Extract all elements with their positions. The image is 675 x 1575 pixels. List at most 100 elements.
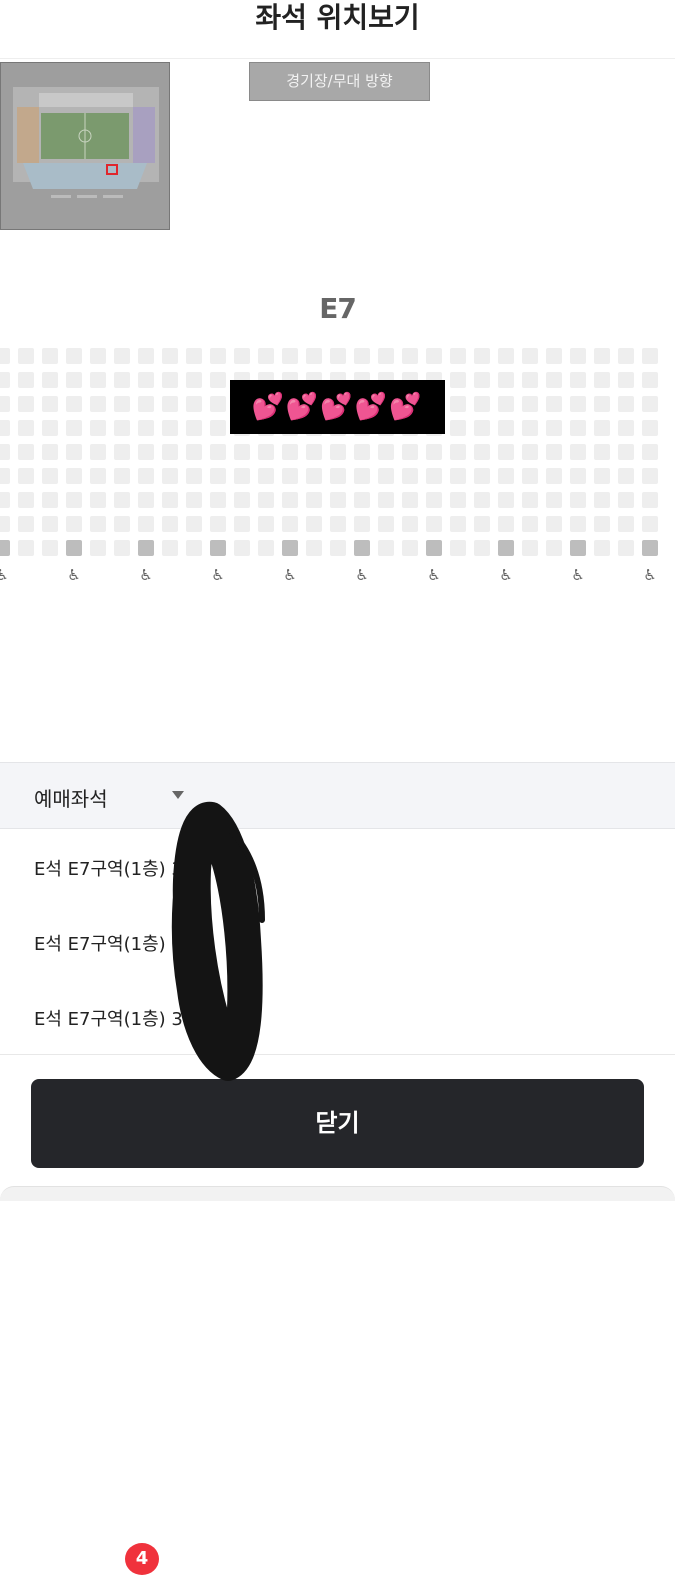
seat[interactable] — [258, 444, 274, 460]
seat[interactable] — [546, 540, 562, 556]
seat[interactable] — [618, 372, 634, 388]
seat[interactable] — [138, 396, 154, 412]
seat[interactable] — [378, 492, 394, 508]
seat[interactable] — [42, 468, 58, 484]
accessible-seat[interactable] — [138, 540, 154, 556]
seat[interactable] — [162, 540, 178, 556]
seat[interactable] — [210, 420, 226, 436]
booked-seats-dropdown[interactable]: 예매좌석 4 — [0, 762, 675, 1575]
seat[interactable] — [258, 492, 274, 508]
seat[interactable] — [618, 516, 634, 532]
seat[interactable] — [42, 396, 58, 412]
seat[interactable] — [618, 420, 634, 436]
seat[interactable] — [474, 540, 490, 556]
seat[interactable] — [234, 444, 250, 460]
seat[interactable] — [90, 468, 106, 484]
seat[interactable] — [114, 420, 130, 436]
seat[interactable] — [450, 348, 466, 364]
seat[interactable] — [42, 420, 58, 436]
seat[interactable] — [90, 492, 106, 508]
seat[interactable] — [0, 492, 10, 508]
seat[interactable] — [522, 420, 538, 436]
seat[interactable] — [66, 372, 82, 388]
seat[interactable] — [114, 540, 130, 556]
seat[interactable] — [426, 348, 442, 364]
seat[interactable] — [570, 372, 586, 388]
seat[interactable] — [210, 396, 226, 412]
seat[interactable] — [522, 444, 538, 460]
seat[interactable] — [66, 468, 82, 484]
seat[interactable] — [138, 372, 154, 388]
seat[interactable] — [330, 444, 346, 460]
seat[interactable] — [618, 396, 634, 412]
seat[interactable] — [594, 444, 610, 460]
seat[interactable] — [354, 492, 370, 508]
seat[interactable] — [594, 420, 610, 436]
venue-minimap[interactable] — [0, 62, 170, 230]
seat[interactable] — [330, 348, 346, 364]
seat[interactable] — [474, 348, 490, 364]
seat[interactable] — [546, 444, 562, 460]
seat[interactable] — [138, 492, 154, 508]
seat[interactable] — [210, 516, 226, 532]
seat[interactable] — [306, 468, 322, 484]
seat[interactable] — [570, 396, 586, 412]
seat[interactable] — [306, 492, 322, 508]
seat[interactable] — [282, 444, 298, 460]
seat[interactable] — [330, 492, 346, 508]
seat[interactable] — [162, 492, 178, 508]
seat[interactable] — [186, 492, 202, 508]
caret-down-icon[interactable] — [172, 791, 184, 799]
seat[interactable] — [0, 420, 10, 436]
seat[interactable] — [570, 516, 586, 532]
seat[interactable] — [162, 444, 178, 460]
seat[interactable] — [114, 468, 130, 484]
seat[interactable] — [210, 348, 226, 364]
seat[interactable] — [66, 420, 82, 436]
seat[interactable] — [354, 468, 370, 484]
seat[interactable] — [522, 492, 538, 508]
seat[interactable] — [162, 348, 178, 364]
seat[interactable] — [330, 540, 346, 556]
seat[interactable] — [186, 420, 202, 436]
seat[interactable] — [42, 372, 58, 388]
close-button[interactable]: 닫기 — [31, 1079, 644, 1168]
seat[interactable] — [426, 492, 442, 508]
seat[interactable] — [138, 348, 154, 364]
seat[interactable] — [594, 492, 610, 508]
seat[interactable] — [450, 444, 466, 460]
seat[interactable] — [594, 372, 610, 388]
seat[interactable] — [474, 468, 490, 484]
seat[interactable] — [642, 420, 658, 436]
seat[interactable] — [378, 516, 394, 532]
seat[interactable] — [90, 372, 106, 388]
seat[interactable] — [378, 444, 394, 460]
seat[interactable] — [0, 444, 10, 460]
seat[interactable] — [18, 516, 34, 532]
seat[interactable] — [162, 516, 178, 532]
seat[interactable] — [42, 540, 58, 556]
seat[interactable] — [90, 444, 106, 460]
seat[interactable] — [642, 516, 658, 532]
seat[interactable] — [90, 396, 106, 412]
seat[interactable] — [498, 396, 514, 412]
accessible-seat[interactable] — [354, 540, 370, 556]
seat[interactable] — [642, 396, 658, 412]
seat[interactable] — [42, 348, 58, 364]
seat[interactable] — [258, 348, 274, 364]
seat[interactable] — [450, 540, 466, 556]
seat[interactable] — [282, 516, 298, 532]
accessible-seat[interactable] — [210, 540, 226, 556]
seat[interactable] — [234, 468, 250, 484]
stage-direction-button[interactable]: 경기장/무대 방향 — [249, 62, 430, 101]
seat[interactable] — [114, 444, 130, 460]
seat[interactable] — [522, 396, 538, 412]
seat[interactable] — [186, 396, 202, 412]
seat[interactable] — [378, 540, 394, 556]
seat[interactable] — [282, 348, 298, 364]
seat[interactable] — [42, 516, 58, 532]
seat[interactable] — [306, 348, 322, 364]
seat[interactable] — [210, 444, 226, 460]
seat[interactable] — [618, 492, 634, 508]
seat[interactable] — [642, 372, 658, 388]
